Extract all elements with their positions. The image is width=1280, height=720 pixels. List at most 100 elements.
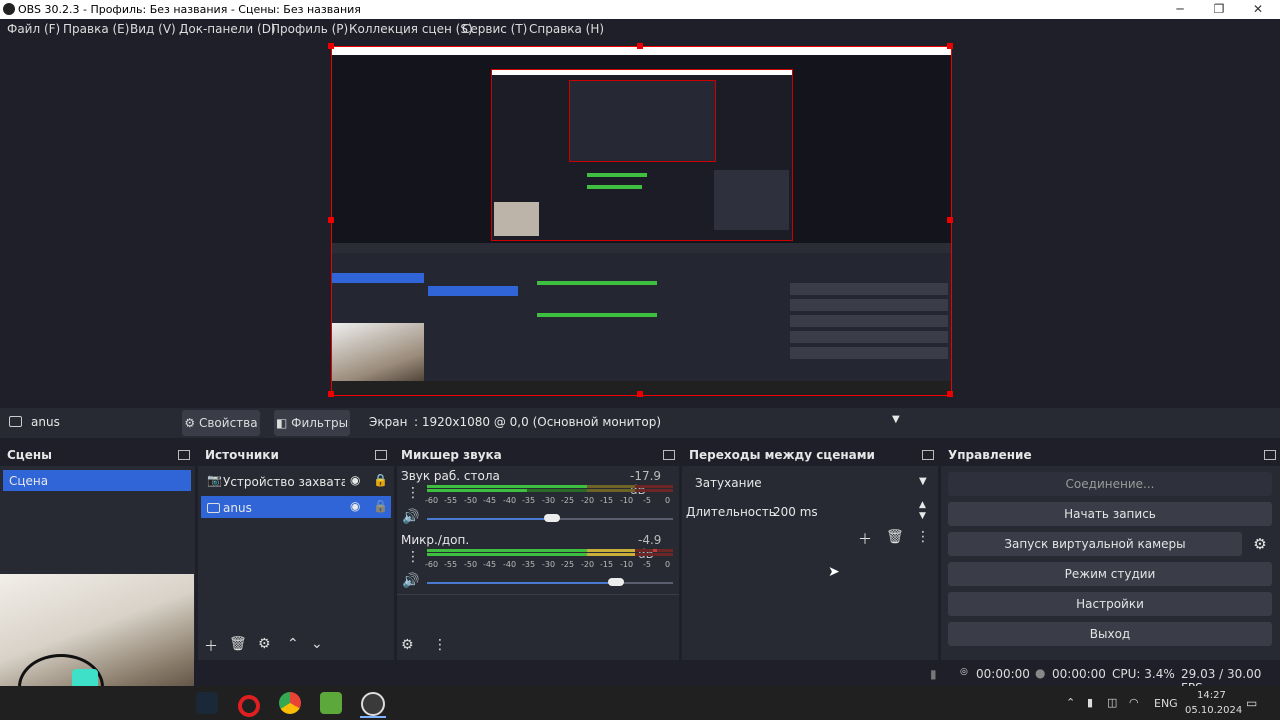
mixer-channel-name: Микр./доп. bbox=[401, 533, 470, 547]
kebab-menu-icon[interactable]: ⋮ bbox=[433, 637, 447, 653]
menu-file[interactable]: Файл (F) bbox=[7, 22, 60, 36]
undock-icon[interactable] bbox=[663, 450, 675, 460]
trash-icon[interactable]: 🗑 bbox=[229, 636, 247, 652]
chevron-up-icon[interactable]: ⌃ bbox=[1066, 696, 1075, 709]
settings-button[interactable]: Настройки bbox=[948, 592, 1272, 616]
network-icon[interactable]: ◫ bbox=[1107, 696, 1117, 709]
steam-icon[interactable] bbox=[196, 692, 218, 714]
stream-time: 00:00:00 bbox=[976, 667, 1030, 681]
duration-label: Длительность bbox=[686, 505, 776, 519]
resize-handle-bl[interactable] bbox=[328, 391, 334, 397]
record-time: 00:00:00 bbox=[1052, 667, 1106, 681]
chevron-up-icon[interactable]: ▲ bbox=[919, 500, 926, 510]
minimize-button[interactable]: ─ bbox=[1165, 1, 1195, 18]
mixer-dock: Микшер звука Звук раб. стола -17.9 dB ⋮ … bbox=[397, 444, 679, 660]
chevron-down-icon[interactable]: ▼ bbox=[919, 511, 926, 521]
chevron-down-icon: ▼ bbox=[892, 414, 900, 425]
wifi-icon[interactable]: ◠ bbox=[1129, 696, 1139, 709]
notification-icon[interactable]: ▭ bbox=[1246, 696, 1257, 710]
volume-slider[interactable] bbox=[427, 578, 673, 588]
resize-handle-tl[interactable] bbox=[328, 43, 334, 49]
filters-button[interactable]: ◧ Фильтры bbox=[274, 410, 350, 436]
volume-slider-knob[interactable] bbox=[608, 578, 624, 586]
menu-help[interactable]: Справка (H) bbox=[529, 22, 604, 36]
chrome-icon[interactable] bbox=[279, 692, 301, 714]
close-button[interactable]: ✕ bbox=[1243, 1, 1273, 18]
clock-date[interactable]: 05.10.2024 bbox=[1185, 705, 1242, 716]
minecraft-icon[interactable] bbox=[320, 692, 342, 714]
menu-scene-collection[interactable]: Коллекция сцен (S) bbox=[349, 22, 473, 36]
clock-time[interactable]: 14:27 bbox=[1197, 690, 1226, 701]
menu-profile[interactable]: Профиль (P) bbox=[271, 22, 348, 36]
opera-icon[interactable] bbox=[238, 695, 260, 717]
chevron-up-icon[interactable]: ⌃ bbox=[287, 636, 299, 652]
start-recording-button[interactable]: Начать запись bbox=[948, 502, 1272, 526]
mixer-dock-header: Микшер звука bbox=[397, 444, 679, 466]
resize-handle-tr[interactable] bbox=[947, 43, 953, 49]
duration-value: 200 ms bbox=[773, 505, 818, 519]
menu-edit[interactable]: Правка (E) bbox=[63, 22, 129, 36]
network-signal-icon: ▮ bbox=[930, 667, 937, 681]
kebab-menu-icon[interactable]: ⋮ bbox=[406, 485, 420, 501]
screen-select[interactable]: : 1920x1080 @ 0,0 (Основной монитор) ▼ bbox=[408, 410, 908, 436]
kebab-menu-icon[interactable]: ⋮ bbox=[406, 549, 420, 565]
source-item-label: Устройство захвата ви bbox=[223, 475, 345, 489]
resize-handle-b[interactable] bbox=[637, 391, 643, 397]
undock-icon[interactable] bbox=[1264, 450, 1276, 460]
connect-button[interactable]: Соединение... bbox=[948, 472, 1272, 496]
virtual-camera-settings-icon[interactable]: ⚙ bbox=[1248, 532, 1272, 556]
obs-taskbar-icon[interactable] bbox=[361, 692, 385, 716]
lock-icon[interactable]: 🔒 bbox=[373, 499, 388, 513]
scene-item[interactable]: Сцена bbox=[3, 470, 191, 491]
volume-slider-knob[interactable] bbox=[544, 514, 560, 522]
studio-mode-button[interactable]: Режим студии bbox=[948, 562, 1272, 586]
menu-tools[interactable]: Сервис (T) bbox=[462, 22, 527, 36]
lock-icon[interactable]: 🔒 bbox=[373, 473, 388, 487]
controls-dock-title: Управление bbox=[948, 448, 1032, 462]
add-source-icon[interactable]: ＋ bbox=[204, 636, 218, 656]
speaker-icon[interactable]: 🔊 bbox=[402, 509, 419, 525]
resize-handle-t[interactable] bbox=[637, 43, 643, 49]
eye-icon[interactable]: ◉ bbox=[350, 473, 360, 487]
monitor-icon bbox=[207, 503, 220, 513]
menu-bar: Файл (F) Правка (E) Вид (V) Док-панели (… bbox=[0, 19, 1280, 40]
maximize-button[interactable]: ❐ bbox=[1204, 1, 1234, 18]
scenes-dock-title: Сцены bbox=[7, 448, 52, 462]
mouse-cursor-icon: ➤ bbox=[828, 564, 840, 580]
volume-slider[interactable] bbox=[427, 514, 673, 524]
menu-docks[interactable]: Док-панели (D) bbox=[179, 22, 276, 36]
exit-button[interactable]: Выход bbox=[948, 622, 1272, 646]
chevron-down-icon[interactable]: ⌄ bbox=[311, 636, 323, 652]
undock-icon[interactable] bbox=[375, 450, 387, 460]
selected-source-name: anus bbox=[31, 415, 60, 429]
sources-dock-header: Источники bbox=[198, 444, 394, 466]
resize-handle-br[interactable] bbox=[947, 391, 953, 397]
menu-view[interactable]: Вид (V) bbox=[130, 22, 176, 36]
language-indicator[interactable]: ENG bbox=[1154, 697, 1178, 710]
resize-handle-l[interactable] bbox=[328, 217, 334, 223]
properties-button[interactable]: ⚙ Свойства bbox=[182, 410, 260, 436]
mixer-dock-title: Микшер звука bbox=[401, 448, 502, 462]
gear-icon[interactable]: ⚙ bbox=[258, 636, 271, 652]
undock-icon[interactable] bbox=[178, 450, 190, 460]
transitions-dock-header: Переходы между сценами bbox=[682, 444, 938, 466]
resize-handle-r[interactable] bbox=[947, 217, 953, 223]
source-item[interactable]: 📷 Устройство захвата ви ◉ 🔒 bbox=[201, 470, 391, 492]
usb-icon[interactable]: ▮ bbox=[1087, 696, 1093, 709]
undock-icon[interactable] bbox=[922, 450, 934, 460]
controls-dock-header: Управление bbox=[941, 444, 1280, 466]
duration-spinbox[interactable]: 200 ms ▲ ▼ bbox=[769, 500, 935, 522]
mixer-settings-icon[interactable]: ⚙ bbox=[401, 637, 414, 653]
record-status-icon: ● bbox=[1035, 666, 1046, 680]
transition-select[interactable]: Затухание ▼ bbox=[689, 472, 935, 494]
speaker-icon[interactable]: 🔊 bbox=[402, 573, 419, 589]
sources-dock-title: Источники bbox=[205, 448, 279, 462]
scenes-dock-header: Сцены bbox=[0, 444, 195, 466]
source-item[interactable]: anus ◉ 🔒 bbox=[201, 496, 391, 518]
eye-icon[interactable]: ◉ bbox=[350, 499, 360, 513]
start-virtual-camera-button[interactable]: Запуск виртуальной камеры bbox=[948, 532, 1242, 556]
trash-icon[interactable]: 🗑 bbox=[886, 529, 904, 545]
kebab-menu-icon[interactable]: ⋮ bbox=[916, 529, 930, 545]
add-transition-icon[interactable]: ＋ bbox=[858, 529, 872, 549]
preview-canvas[interactable] bbox=[331, 46, 952, 396]
